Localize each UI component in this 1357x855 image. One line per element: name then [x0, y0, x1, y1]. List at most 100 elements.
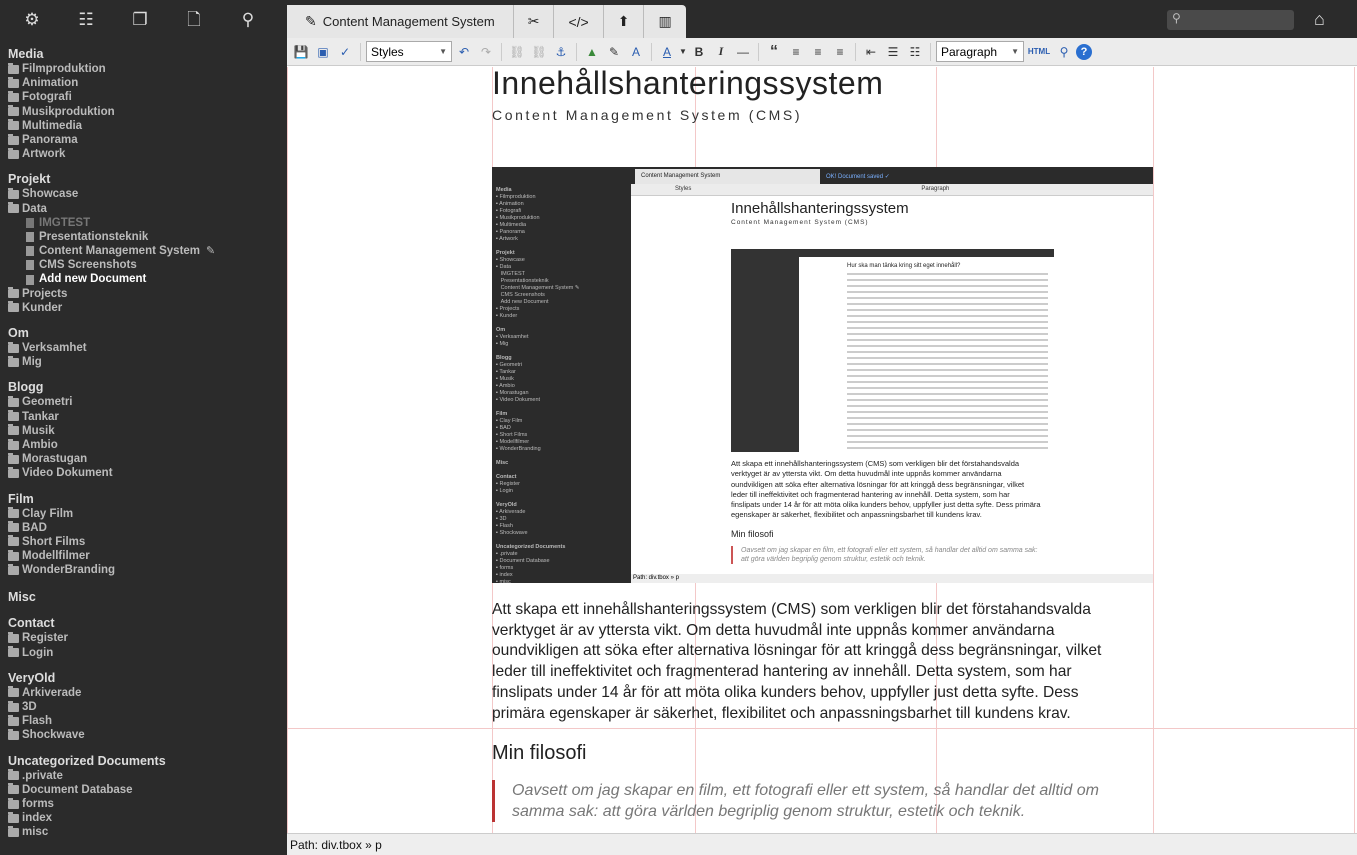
- editor-content[interactable]: Innehållshanteringssystem Content Manage…: [287, 67, 1357, 833]
- tab-magic-wand[interactable]: ✂: [514, 5, 555, 38]
- sidebar-item-clay-film[interactable]: Clay Film: [8, 507, 286, 521]
- sidebar-item-musik[interactable]: Musik: [8, 424, 286, 438]
- sidebar-item-short-films[interactable]: Short Films: [8, 535, 286, 549]
- tab-content-management-system[interactable]: ✎ Content Management System: [287, 5, 514, 38]
- sidebar-item-content-management-system[interactable]: Content Management System ✎: [8, 244, 286, 258]
- help-icon[interactable]: ?: [1076, 43, 1092, 60]
- folder-icon: [8, 714, 19, 726]
- sidebar-item-3d[interactable]: 3D: [8, 700, 286, 714]
- upload-icon: ⬆: [617, 13, 630, 29]
- anchor-icon[interactable]: ⚓: [551, 42, 571, 62]
- link-icon[interactable]: ⛓: [507, 42, 527, 62]
- bold-icon[interactable]: B: [689, 42, 709, 62]
- sidebar-item-data[interactable]: Data: [8, 202, 286, 216]
- sidebar-item-modellfilmer[interactable]: Modellfilmer: [8, 549, 286, 563]
- folder-icon: [8, 783, 19, 795]
- sidebar-item-mig[interactable]: Mig: [8, 355, 286, 369]
- screenshot-topbar: [492, 167, 1153, 184]
- italic-icon[interactable]: I: [711, 42, 731, 62]
- sidebar-item-multimedia[interactable]: Multimedia: [8, 119, 286, 133]
- find-replace-icon[interactable]: ⚲: [1054, 42, 1074, 62]
- sidebar-item-wonderbranding[interactable]: WonderBranding: [8, 563, 286, 577]
- sidebar-item-kunder[interactable]: Kunder: [8, 301, 286, 315]
- chevron-down-icon[interactable]: ▼: [679, 42, 687, 62]
- new-document-icon[interactable]: 🗋: [184, 10, 204, 30]
- align-left-icon[interactable]: ≡: [786, 42, 806, 62]
- editor: 💾 ▣ ✓ Styles ▼ ↶ ↷ ⛓ ⛓ ⚓ ▲ ✎ A A ▼ B I — …: [287, 38, 1357, 855]
- toolbar-divider: [930, 42, 931, 61]
- format-select[interactable]: Paragraph ▼: [936, 41, 1024, 62]
- outdent-icon[interactable]: ⇤: [861, 42, 881, 62]
- blockquote-icon[interactable]: “: [764, 42, 784, 62]
- styles-select[interactable]: Styles ▼: [366, 41, 452, 62]
- sidebar-item-panorama[interactable]: Panorama: [8, 133, 286, 147]
- chevron-down-icon: ▼: [439, 47, 447, 56]
- sidebar-item-filmproduktion[interactable]: Filmproduktion: [8, 62, 286, 76]
- sidebar-item-ambio[interactable]: Ambio: [8, 438, 286, 452]
- undo-icon[interactable]: ↶: [454, 42, 474, 62]
- sitemap-icon[interactable]: ☷: [76, 10, 96, 30]
- sidebar-item-cms-screenshots[interactable]: CMS Screenshots: [8, 258, 286, 272]
- sidebar-item-index[interactable]: index: [8, 811, 286, 825]
- save-icon[interactable]: 💾: [291, 42, 311, 62]
- sidebar-item-fotografi[interactable]: Fotografi: [8, 90, 286, 104]
- screenshot-tab: Content Management System: [635, 169, 820, 184]
- sidebar-item-forms[interactable]: forms: [8, 797, 286, 811]
- sidebar-item-shockwave[interactable]: Shockwave: [8, 728, 286, 742]
- template-icon[interactable]: ▣: [313, 42, 333, 62]
- nested-screenshot: Hur ska man tänka kring sitt eget innehå…: [731, 249, 1054, 452]
- sidebar-item-tankar[interactable]: Tankar: [8, 410, 286, 424]
- sidebar-item-artwork[interactable]: Artwork: [8, 147, 286, 161]
- page-subtitle[interactable]: Content Management System (CMS): [492, 107, 802, 123]
- home-icon[interactable]: ⌂: [1314, 9, 1325, 30]
- tab-upload[interactable]: ⬆: [604, 5, 645, 38]
- align-right-icon[interactable]: ≡: [830, 42, 850, 62]
- sidebar-section-title[interactable]: Misc: [8, 589, 286, 605]
- sidebar-item-projects[interactable]: Projects: [8, 287, 286, 301]
- document-icon: [26, 274, 34, 285]
- align-center-icon[interactable]: ≡: [808, 42, 828, 62]
- gear-icon[interactable]: ⚙: [22, 10, 42, 30]
- redo-icon[interactable]: ↷: [476, 42, 496, 62]
- insert-text-icon[interactable]: A: [626, 42, 646, 62]
- screenshot-saved-status: OK! Document saved ✓: [826, 174, 890, 180]
- html-source-button[interactable]: HTML: [1026, 42, 1052, 62]
- sidebar-item-flash[interactable]: Flash: [8, 714, 286, 728]
- sidebar-item-animation[interactable]: Animation: [8, 76, 286, 90]
- section-heading[interactable]: Min filosofi: [492, 742, 586, 765]
- sidebar-item-presentationsteknik[interactable]: Presentationsteknik: [8, 230, 286, 244]
- sidebar-item-imgtest[interactable]: IMGTEST: [8, 216, 286, 230]
- sidebar-item-arkiverade[interactable]: Arkiverade: [8, 686, 286, 700]
- sidebar-item-document-database[interactable]: Document Database: [8, 783, 286, 797]
- tab-trash[interactable]: ▥: [644, 5, 685, 38]
- sidebar-item-verksamhet[interactable]: Verksamhet: [8, 341, 286, 355]
- page-heading[interactable]: Innehållshanteringssystem: [492, 67, 883, 102]
- unlink-icon[interactable]: ⛓: [529, 42, 549, 62]
- sidebar-item-morastugan[interactable]: Morastugan: [8, 452, 286, 466]
- image-icon[interactable]: ▲: [582, 42, 602, 62]
- sidebar-item-showcase[interactable]: Showcase: [8, 187, 286, 201]
- body-paragraph[interactable]: Att skapa ett innehållshanteringssystem …: [492, 600, 1132, 724]
- sidebar-item-bad[interactable]: BAD: [8, 521, 286, 535]
- folder-icon: [8, 410, 19, 422]
- sidebar-item-video-dokument[interactable]: Video Dokument: [8, 466, 286, 480]
- sidebar-item-login[interactable]: Login: [8, 646, 286, 660]
- sidebar-item-musikproduktion[interactable]: Musikproduktion: [8, 105, 286, 119]
- bullet-list-icon[interactable]: ☰: [883, 42, 903, 62]
- tab-code[interactable]: </>: [554, 5, 604, 38]
- cms-screenshot-image[interactable]: Content Management System OK! Document s…: [492, 167, 1153, 583]
- edit-image-icon[interactable]: ✎: [604, 42, 624, 62]
- spellcheck-icon[interactable]: ✓: [335, 42, 355, 62]
- copy-files-icon[interactable]: ❐: [130, 10, 150, 30]
- key-search-icon[interactable]: ⚲: [238, 10, 258, 30]
- sidebar-item-geometri[interactable]: Geometri: [8, 395, 286, 409]
- horizontal-rule-icon[interactable]: —: [733, 42, 753, 62]
- search-input[interactable]: [1167, 10, 1294, 30]
- sidebar-item-add-new-document[interactable]: Add new Document: [8, 272, 286, 286]
- sidebar-item-private[interactable]: .private: [8, 769, 286, 783]
- numbered-list-icon[interactable]: ☷: [905, 42, 925, 62]
- font-color-icon[interactable]: A: [657, 42, 677, 62]
- sidebar-item-register[interactable]: Register: [8, 631, 286, 645]
- blockquote[interactable]: Oavsett om jag skapar en film, ett fotog…: [492, 780, 1112, 822]
- sidebar-item-misc[interactable]: misc: [8, 825, 286, 839]
